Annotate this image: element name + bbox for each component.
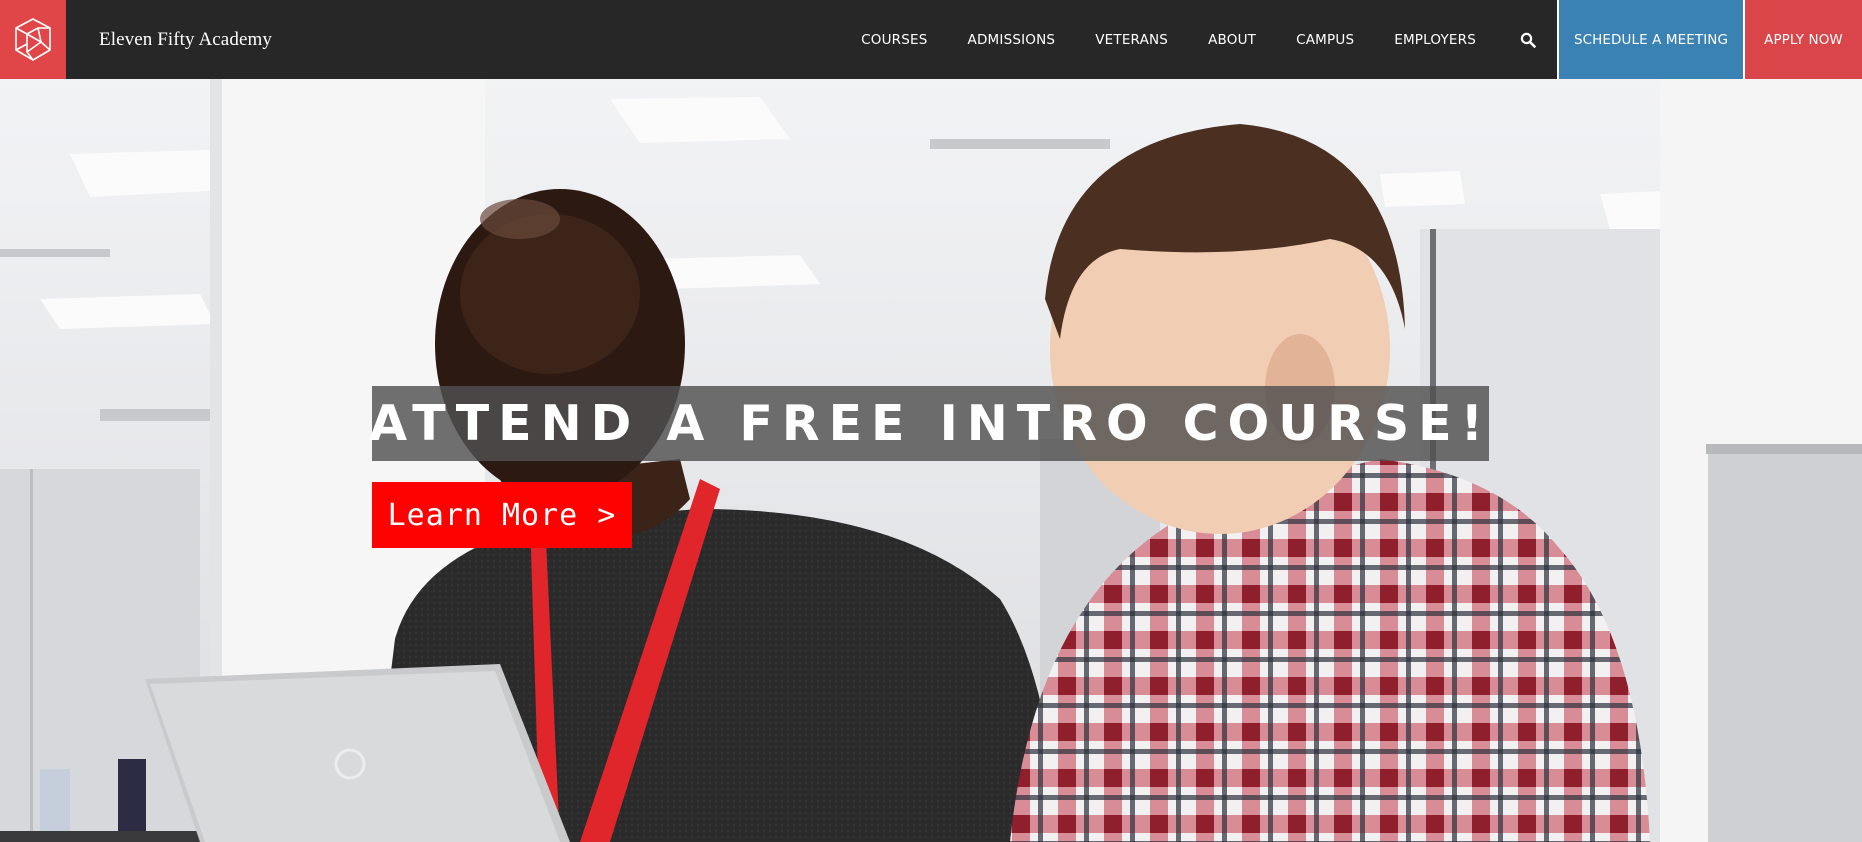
logo[interactable] — [0, 0, 66, 79]
nav-about[interactable]: ABOUT — [1188, 32, 1276, 48]
main-nav: COURSES ADMISSIONS VETERANS ABOUT CAMPUS… — [841, 0, 1862, 79]
nav-campus[interactable]: CAMPUS — [1276, 32, 1374, 48]
site-header: Eleven Fifty Academy COURSES ADMISSIONS … — [0, 0, 1862, 79]
nav-admissions[interactable]: ADMISSIONS — [948, 32, 1076, 48]
headline-banner: ATTEND A FREE INTRO COURSE! — [369, 386, 1492, 461]
learn-more-label: Learn More > — [387, 497, 617, 533]
geometric-cube-logo-icon — [15, 17, 51, 61]
nav-veterans[interactable]: VETERANS — [1075, 32, 1188, 48]
brand-name[interactable]: Eleven Fifty Academy — [99, 0, 272, 79]
search-button[interactable] — [1502, 0, 1554, 79]
nav-courses[interactable]: COURSES — [841, 32, 947, 48]
hero-headline: ATTEND A FREE INTRO COURSE! — [369, 395, 1492, 452]
schedule-meeting-button[interactable]: SCHEDULE A MEETING — [1557, 0, 1743, 79]
search-icon — [1520, 32, 1536, 48]
learn-more-button[interactable]: Learn More > — [372, 482, 632, 548]
apply-now-button[interactable]: APPLY NOW — [1743, 0, 1862, 79]
hero-section: ATTEND A FREE INTRO COURSE! Learn More > — [0, 79, 1862, 842]
nav-employers[interactable]: EMPLOYERS — [1374, 32, 1496, 48]
